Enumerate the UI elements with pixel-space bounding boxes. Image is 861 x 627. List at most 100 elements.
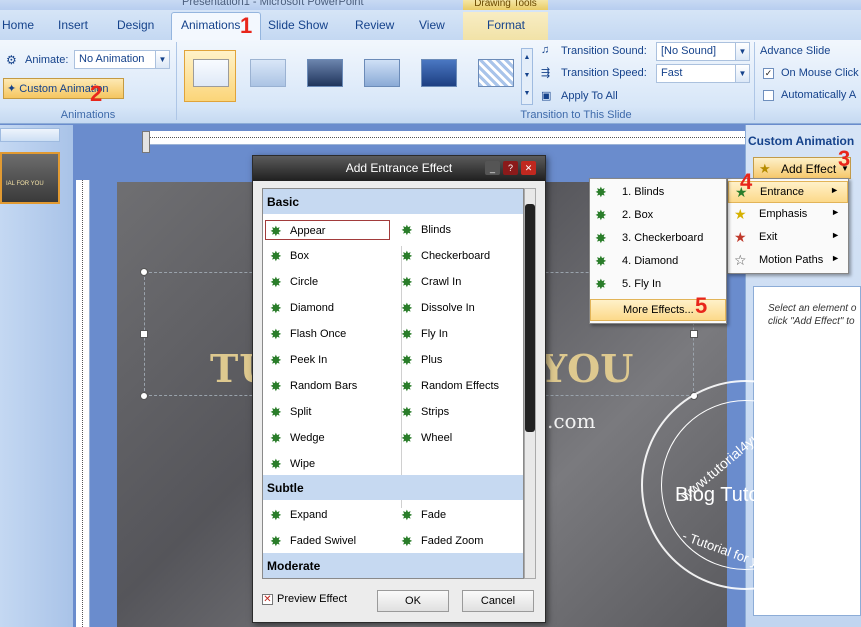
transition-fade-black-thumb[interactable] bbox=[298, 50, 350, 102]
sound-icon: ♫ bbox=[541, 44, 550, 56]
transition-fade-thumb[interactable] bbox=[241, 50, 293, 102]
effect-item[interactable]: ✸ Flash Once bbox=[266, 324, 391, 344]
transition-sound-dropdown[interactable]: [No Sound] ▼ bbox=[656, 42, 750, 61]
callout-3: 3 bbox=[838, 146, 851, 171]
resize-handle[interactable] bbox=[690, 330, 698, 338]
close-icon[interactable]: ✕ bbox=[521, 161, 536, 175]
tab-view[interactable]: View bbox=[419, 18, 445, 32]
transition-dissolve-thumb[interactable] bbox=[469, 50, 521, 102]
effect-item[interactable]: ✸ Diamond bbox=[266, 298, 391, 318]
ruler-ticks bbox=[82, 180, 83, 627]
tab-review[interactable]: Review bbox=[355, 18, 394, 32]
effect-star-icon: ✸ bbox=[270, 456, 282, 472]
transition-cut-thumb[interactable] bbox=[355, 50, 407, 102]
effect-item[interactable]: ✸ Checkerboard bbox=[397, 246, 522, 266]
effect-item[interactable]: ✸ Faded Zoom bbox=[397, 531, 522, 551]
automatically-after-checkbox[interactable] bbox=[763, 90, 774, 101]
effect-item[interactable]: ✸ Dissolve In bbox=[397, 298, 522, 318]
add-effect-label: Add Effect bbox=[781, 162, 837, 176]
slide-preview-icon bbox=[250, 59, 286, 87]
effect-star-icon: ✸ bbox=[270, 404, 282, 420]
submenu-item-diamond[interactable]: ✸ 4. Diamond bbox=[590, 251, 726, 273]
submenu-arrow-icon: ► bbox=[830, 185, 839, 195]
chevron-down-icon: ▼ bbox=[155, 51, 169, 68]
preview-effect-checkbox[interactable]: ✕ bbox=[262, 594, 273, 605]
cancel-button[interactable]: Cancel bbox=[462, 590, 534, 612]
effect-label: Expand bbox=[290, 509, 328, 521]
effect-item[interactable]: ✸ Wheel bbox=[397, 428, 522, 448]
effect-item[interactable]: ✸ Random Bars bbox=[266, 376, 391, 396]
tab-design[interactable]: Design bbox=[117, 18, 154, 32]
effect-item[interactable]: ✸ Plus bbox=[397, 350, 522, 370]
add-effect-button[interactable]: ★ Add Effect ▼ bbox=[753, 157, 851, 179]
transition-cut-black-thumb[interactable] bbox=[412, 50, 464, 102]
animate-dropdown[interactable]: No Animation ▼ bbox=[74, 50, 170, 69]
submenu-arrow-icon: ► bbox=[831, 207, 840, 217]
group-separator bbox=[754, 42, 755, 120]
effect-label: Wheel bbox=[421, 432, 453, 444]
effect-label: Wipe bbox=[290, 458, 316, 470]
effect-item[interactable]: ✸ Faded Swivel bbox=[266, 531, 391, 551]
resize-handle[interactable] bbox=[140, 330, 148, 338]
slides-pane-tabs[interactable] bbox=[0, 128, 60, 142]
menu-item-label: Entrance bbox=[760, 186, 805, 198]
effect-item[interactable]: ✸ Circle bbox=[266, 272, 391, 292]
menu-item-motion-paths[interactable]: ☆ Motion Paths ► bbox=[728, 250, 848, 272]
submenu-item-checkerboard[interactable]: ✸ 3. Checkerboard bbox=[590, 228, 726, 250]
tab-home[interactable]: Home bbox=[2, 18, 34, 32]
tab-insert[interactable]: Insert bbox=[58, 18, 88, 32]
apply-to-all-button[interactable]: Apply To All bbox=[561, 90, 618, 102]
indent-marker[interactable] bbox=[142, 131, 150, 153]
add-entrance-effect-dialog: Add Entrance Effect _ ? ✕ Basic ✸ Appear ✸… bbox=[252, 155, 546, 623]
effect-item[interactable]: ✸ Crawl In bbox=[397, 272, 522, 292]
effect-item[interactable]: ✸ Split bbox=[266, 402, 391, 422]
menu-item-emphasis[interactable]: ★ Emphasis ► bbox=[728, 204, 848, 226]
effect-item[interactable]: ✸ Expand bbox=[266, 505, 391, 525]
effect-star-icon: ✸ bbox=[270, 223, 282, 239]
submenu-item-blinds[interactable]: ✸ 1. Blinds bbox=[590, 182, 726, 204]
submenu-item-label: 2. Box bbox=[622, 209, 654, 221]
help-icon[interactable]: ? bbox=[503, 161, 518, 175]
transition-speed-dropdown[interactable]: Fast ▼ bbox=[656, 64, 750, 83]
submenu-arrow-icon: ► bbox=[831, 253, 840, 263]
submenu-item-box[interactable]: ✸ 2. Box bbox=[590, 205, 726, 227]
tab-animations[interactable]: Animations bbox=[181, 18, 240, 32]
effects-list[interactable]: Basic ✸ Appear ✸ Box ✸ Circle ✸ Diamond ✸ Flash O… bbox=[262, 188, 524, 579]
effect-item[interactable]: ✸ Appear bbox=[265, 220, 390, 240]
effect-item[interactable]: ✸ Fly In bbox=[397, 324, 522, 344]
effect-item[interactable]: ✸ Wedge bbox=[266, 428, 391, 448]
effect-label: Split bbox=[290, 406, 312, 418]
minimize-icon[interactable]: _ bbox=[485, 161, 500, 175]
effect-item[interactable]: ✸ Strips bbox=[397, 402, 522, 422]
animate-icon: ⚙ bbox=[6, 53, 17, 67]
menu-item-label: Motion Paths bbox=[759, 254, 824, 266]
effect-item[interactable]: ✸ Random Effects bbox=[397, 376, 522, 396]
effect-item[interactable]: ✸ Fade bbox=[397, 505, 522, 525]
effect-item[interactable]: ✸ Peek In bbox=[266, 350, 391, 370]
menu-item-exit[interactable]: ★ Exit ► bbox=[728, 227, 848, 249]
tab-slide-show[interactable]: Slide Show bbox=[268, 18, 328, 32]
transition-speed-value: Fast bbox=[661, 67, 683, 79]
tab-format[interactable]: Format bbox=[487, 18, 525, 32]
effect-item[interactable]: ✸ Box bbox=[266, 246, 391, 266]
effect-star-icon: ✸ bbox=[401, 274, 413, 290]
ok-button[interactable]: OK bbox=[377, 590, 449, 612]
resize-handle[interactable] bbox=[140, 392, 148, 400]
slide-thumbnail[interactable]: IAL FOR YOU bbox=[0, 152, 60, 204]
effect-item[interactable]: ✸ Wipe bbox=[266, 454, 391, 474]
scrollbar-thumb[interactable] bbox=[525, 204, 535, 432]
transition-none-thumb[interactable] bbox=[184, 50, 236, 102]
resize-handle[interactable] bbox=[140, 268, 148, 276]
on-mouse-click-checkbox[interactable]: ✓ bbox=[763, 68, 774, 79]
effect-star-icon: ✸ bbox=[595, 230, 607, 246]
group-separator bbox=[176, 42, 177, 120]
custom-animation-button[interactable]: ✦ Custom Animation bbox=[3, 78, 124, 99]
callout-4: 4 bbox=[740, 169, 753, 194]
gallery-scroll[interactable]: ▲ ▼ ▼ bbox=[521, 48, 533, 105]
effect-star-icon: ✸ bbox=[401, 326, 413, 342]
effect-label: Random Effects bbox=[421, 380, 500, 392]
effect-item[interactable]: ✸ Blinds bbox=[397, 220, 522, 240]
title-bar bbox=[0, 0, 861, 10]
motion-path-star-icon: ☆ bbox=[734, 252, 747, 268]
slide-preview-icon bbox=[478, 59, 514, 87]
